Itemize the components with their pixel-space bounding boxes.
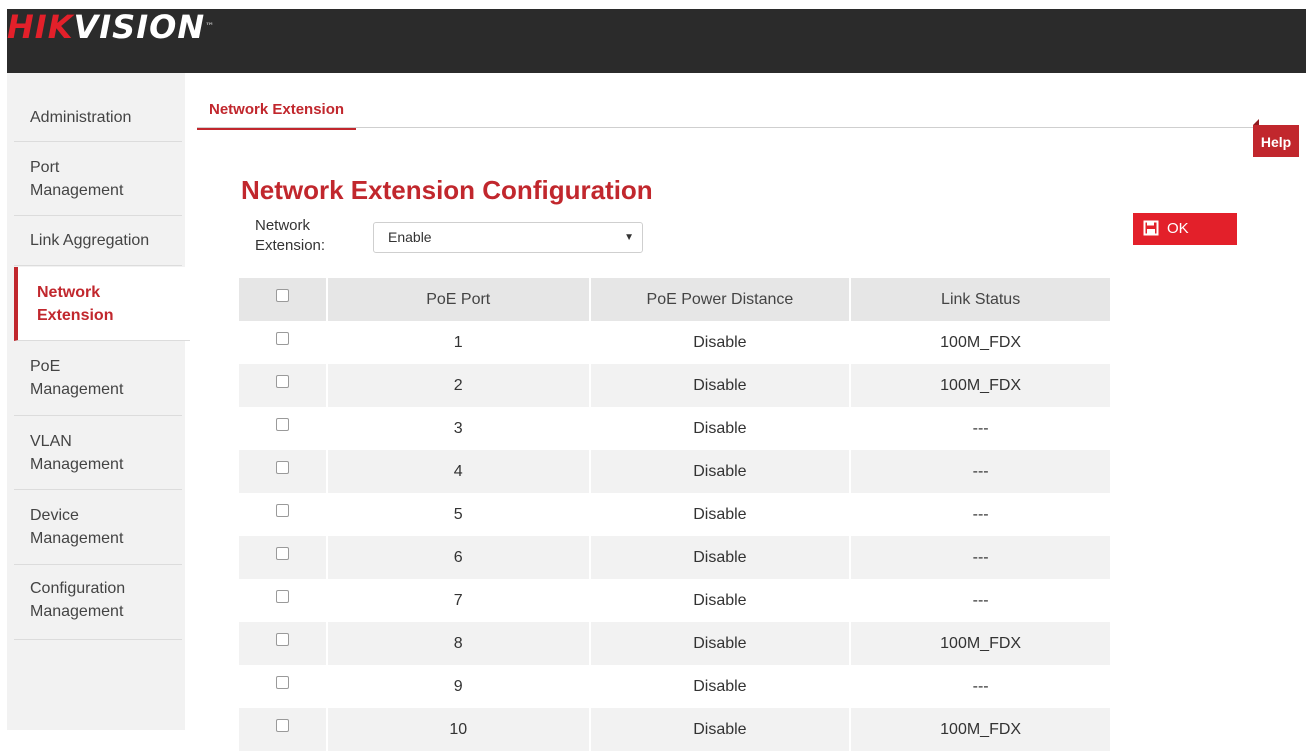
cell-poe-port: 1	[326, 321, 591, 364]
row-checkbox[interactable]	[275, 632, 289, 646]
table-header-row: PoE Port PoE Power Distance Link Status	[239, 278, 1112, 321]
ports-table: PoE Port PoE Power Distance Link Status …	[239, 278, 1112, 751]
cell-link-status: ---	[850, 407, 1112, 450]
dropdown-arrow-icon: ▼	[624, 232, 634, 243]
row-checkbox[interactable]	[275, 503, 289, 517]
tab-divider	[197, 127, 1297, 128]
select-all-cell	[239, 278, 328, 321]
sidebar-item-network-extension[interactable]: Network Extension	[14, 267, 190, 341]
row-checkbox[interactable]	[275, 374, 289, 388]
header-bar: HIKVISION™	[7, 9, 1306, 73]
sidebar-item-vlan-management[interactable]: VLAN Management	[14, 416, 182, 490]
table-row: 2 Disable 100M_FDX	[239, 364, 1112, 407]
cell-poe-power-distance: Disable	[589, 622, 852, 665]
sidebar-item-label: Link Aggregation	[30, 232, 150, 249]
network-extension-label: Network Extension:	[255, 217, 326, 254]
cell-poe-port: 9	[326, 665, 591, 708]
row-checkbox[interactable]	[275, 417, 289, 431]
row-checkbox[interactable]	[275, 546, 289, 560]
column-header-poe-port: PoE Port	[326, 278, 591, 321]
page-title: Network Extension Configuration	[241, 175, 653, 205]
top-header: HIKVISION™	[0, 0, 1306, 73]
select-all-checkbox[interactable]	[275, 288, 289, 302]
cell-link-status: ---	[850, 450, 1112, 493]
cell-poe-port: 2	[326, 364, 591, 407]
cell-poe-power-distance: Disable	[589, 579, 852, 622]
cell-poe-power-distance: Disable	[589, 364, 852, 407]
cell-link-status: ---	[850, 579, 1112, 622]
sidebar-item-label: Port Management	[30, 158, 124, 199]
cell-poe-power-distance: Disable	[589, 536, 852, 579]
sidebar-item-link-aggregation[interactable]: Link Aggregation	[14, 216, 182, 266]
cell-link-status: 100M_FDX	[850, 321, 1112, 364]
table-row: 1 Disable 100M_FDX	[239, 321, 1112, 364]
column-header-link-status: Link Status	[850, 278, 1112, 321]
network-extension-value: Enable	[388, 229, 432, 245]
sidebar-item-label: PoE Management	[30, 358, 124, 398]
cell-poe-power-distance: Disable	[589, 450, 852, 493]
cell-link-status: 100M_FDX	[850, 622, 1112, 665]
cell-poe-power-distance: Disable	[589, 321, 852, 364]
cell-poe-port: 7	[326, 579, 591, 622]
hikvision-logo: HIKVISION™	[7, 9, 215, 45]
row-checkbox[interactable]	[275, 589, 289, 603]
sidebar-item-poe-management[interactable]: PoE Management	[14, 341, 182, 416]
row-checkbox[interactable]	[275, 460, 289, 474]
cell-link-status: ---	[850, 493, 1112, 536]
cell-link-status: ---	[850, 665, 1112, 708]
ok-button-label: OK	[1167, 220, 1189, 237]
cell-poe-port: 3	[326, 407, 591, 450]
sidebar-item-label: Device Management	[30, 507, 124, 547]
sidebar-item-label: Administration	[30, 108, 132, 126]
sidebar-item-device-management[interactable]: Device Management	[14, 490, 182, 565]
logo-trademark: ™	[205, 22, 216, 32]
logo-vision: VISION	[73, 8, 206, 46]
logo-hik: HIK	[7, 8, 74, 46]
table-row: 8 Disable 100M_FDX	[239, 622, 1112, 665]
sidebar-item-port-management[interactable]: Port Management	[14, 142, 182, 216]
help-button[interactable]: Help	[1253, 119, 1299, 157]
network-extension-select[interactable]: Enable ▼	[373, 222, 643, 253]
cell-poe-port: 8	[326, 622, 591, 665]
table-row: 4 Disable ---	[239, 450, 1112, 493]
sidebar-item-label: VLAN Management	[30, 432, 124, 473]
table-row: 6 Disable ---	[239, 536, 1112, 579]
tab-network-extension[interactable]: Network Extension	[197, 101, 357, 130]
cell-poe-power-distance: Disable	[589, 665, 852, 708]
table-row: 9 Disable ---	[239, 665, 1112, 708]
cell-poe-port: 6	[326, 536, 591, 579]
table-row: 5 Disable ---	[239, 493, 1112, 536]
sidebar-item-administration[interactable]: Administration	[14, 93, 182, 142]
tab-bar: Network Extension	[197, 101, 1297, 130]
cell-poe-port: 4	[326, 450, 591, 493]
table-row: 3 Disable ---	[239, 407, 1112, 450]
cell-link-status: ---	[850, 536, 1112, 579]
sidebar-item-configuration-management[interactable]: Configuration Management	[14, 565, 182, 640]
cell-poe-power-distance: Disable	[589, 407, 852, 450]
cell-poe-port: 5	[326, 493, 591, 536]
row-checkbox[interactable]	[275, 675, 289, 689]
column-header-poe-power-distance: PoE Power Distance	[589, 278, 852, 321]
cell-poe-power-distance: Disable	[589, 493, 852, 536]
ok-button[interactable]: OK	[1133, 213, 1237, 245]
sidebar-item-label: Configuration Management	[30, 580, 126, 620]
cell-link-status: 100M_FDX	[850, 364, 1112, 407]
sidebar-item-label: Network Extension	[37, 283, 114, 324]
save-icon	[1143, 220, 1159, 236]
row-checkbox[interactable]	[275, 331, 289, 345]
table-row: 7 Disable ---	[239, 579, 1112, 622]
sidebar: Administration Port Management Link Aggr…	[7, 73, 190, 730]
